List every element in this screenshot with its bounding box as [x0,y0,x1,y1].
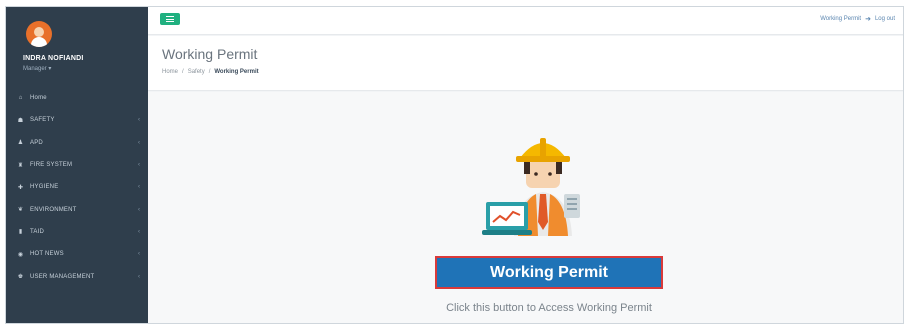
sidebar-item-label: TAID [30,228,45,235]
working-permit-link[interactable]: Working Permit [820,16,861,22]
chevron-left-icon: ‹ [138,117,140,124]
sidebar-item-environment[interactable]: ❦ ENVIRONMENT ‹ [6,198,148,220]
leaf-icon: ❦ [17,207,24,214]
chevron-left-icon: ‹ [138,206,140,213]
chevron-left-icon: ‹ [138,184,140,191]
breadcrumb-separator: / [182,69,184,75]
home-icon: ⌂ [18,95,23,102]
sidebar-item-taid[interactable]: ▮ TAID ‹ [6,221,148,243]
sidebar-item-label: APD [30,139,43,146]
sidebar: INDRA NOFIANDI Manager ▾ ⌂ Home ☗ SAFETY… [6,7,148,323]
sidebar-item-label: Home [30,95,47,102]
sidebar-menu: ⌂ Home ☗ SAFETY ‹ ♟ APD ‹ ♜ FIRE SYSTEM … [6,87,148,288]
chevron-left-icon: ‹ [138,251,140,258]
eye-icon: ◉ [17,251,24,258]
worker-illustration [482,138,580,236]
top-bar: Working Permit ➜ Log out [148,7,903,35]
sidebar-item-fire-system[interactable]: ♜ FIRE SYSTEM ‹ [6,154,148,176]
user-icon: ♟ [17,140,24,147]
logout-link[interactable]: Log out [875,16,895,22]
sidebar-item-home[interactable]: ⌂ Home [6,87,148,109]
breadcrumb-separator: / [208,69,211,75]
breadcrumb-current: Working Permit [214,69,259,75]
breadcrumb-home[interactable]: Home [162,69,178,75]
sidebar-item-label: ENVIRONMENT [30,206,77,213]
chevron-left-icon: ‹ [138,139,140,146]
fire-extinguisher-icon: ♜ [17,162,24,169]
sidebar-item-hygiene[interactable]: ✚ HYGIENE ‹ [6,176,148,198]
sidebar-item-label: FIRE SYSTEM [30,162,73,169]
menu-toggle-button[interactable] [160,13,180,25]
thumbs-up-icon: ☗ [17,117,24,124]
user-profile: INDRA NOFIANDI Manager ▾ [6,7,148,83]
avatar [26,21,52,47]
sidebar-item-user-management[interactable]: ♚ USER MANAGEMENT ‹ [6,265,148,287]
breadcrumb: Home / Safety / Working Permit [162,69,259,75]
sidebar-item-apd[interactable]: ♟ APD ‹ [6,132,148,154]
page-title: Working Permit [162,46,258,62]
sidebar-item-label: HYGIENE [30,184,59,191]
sidebar-item-hot-news[interactable]: ◉ HOT NEWS ‹ [6,243,148,265]
sidebar-item-label: USER MANAGEMENT [30,273,95,280]
breadcrumb-safety[interactable]: Safety [188,69,205,75]
page-header: Working Permit Home / Safety / Working P… [148,36,903,91]
chevron-left-icon: ‹ [138,228,140,235]
sidebar-item-label: HOT NEWS [30,251,64,258]
wrench-icon: ✚ [17,184,24,191]
logout-icon: ➜ [865,16,871,23]
main-content: Working Permit Click this button to Acce… [148,92,903,323]
chevron-left-icon: ‹ [138,273,140,280]
profile-name: INDRA NOFIANDI [23,55,84,62]
top-right-nav: Working Permit ➜ Log out [820,15,895,23]
sidebar-item-label: SAFETY [30,117,55,124]
helper-text: Click this button to Access Working Perm… [446,302,652,314]
bar-chart-icon: ▮ [18,229,23,236]
app-window: INDRA NOFIANDI Manager ▾ ⌂ Home ☗ SAFETY… [5,6,904,324]
working-permit-button[interactable]: Working Permit [435,256,663,289]
chevron-left-icon: ‹ [138,162,140,169]
profile-role-dropdown[interactable]: Manager ▾ [23,65,51,72]
users-icon: ♚ [17,274,24,281]
sidebar-item-safety[interactable]: ☗ SAFETY ‹ [6,109,148,131]
